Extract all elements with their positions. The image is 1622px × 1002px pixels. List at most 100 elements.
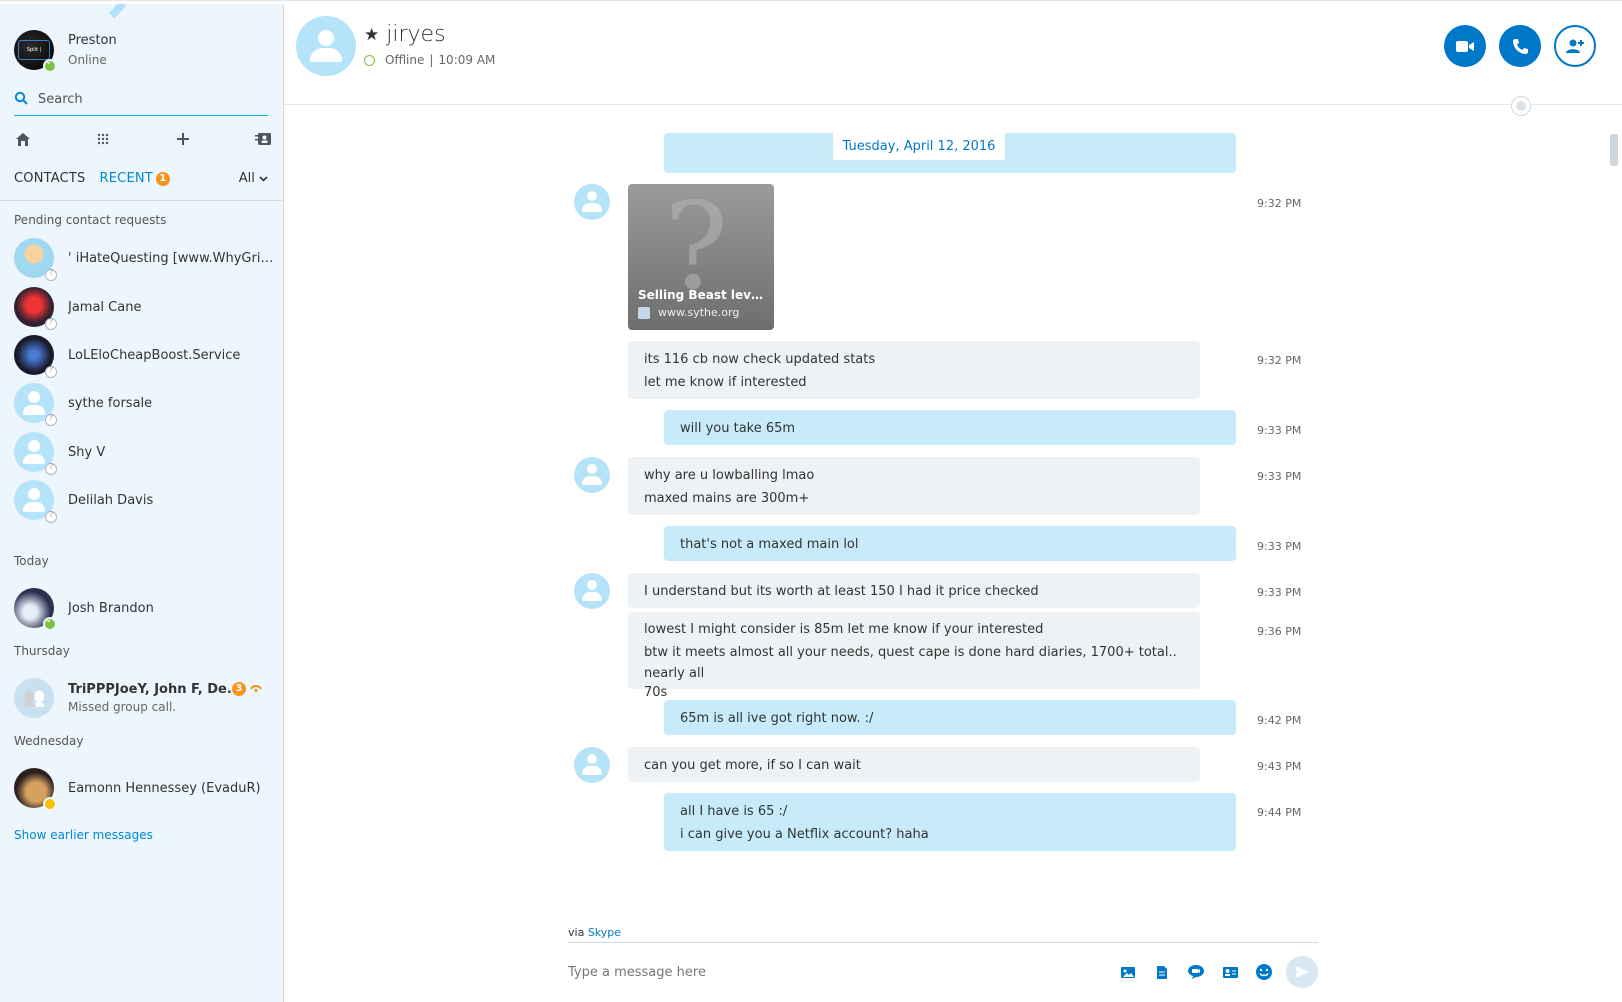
status-separator: | bbox=[429, 53, 434, 67]
contact-item[interactable]: Jamal Cane bbox=[14, 285, 274, 330]
plus-icon[interactable] bbox=[172, 128, 194, 150]
message-line: 70s bbox=[644, 685, 668, 700]
incoming-message[interactable]: I understand but its worth at least 150 … bbox=[628, 573, 1200, 608]
message-line: maxed mains are 300m+ bbox=[644, 491, 810, 506]
dialpad-icon[interactable] bbox=[92, 128, 114, 150]
group-last-activity: Missed group call. bbox=[68, 700, 177, 714]
contact-name[interactable]: jiryes bbox=[386, 22, 445, 47]
home-icon[interactable] bbox=[12, 128, 34, 150]
contact-status: Offline | 10:09 AM bbox=[364, 53, 495, 67]
avatar[interactable] bbox=[574, 747, 610, 783]
contact-item[interactable]: Shy V bbox=[14, 430, 274, 475]
message-input[interactable] bbox=[568, 964, 1088, 980]
contact-item[interactable]: LoLEloCheapBoost.Service bbox=[14, 333, 274, 378]
unknown-status-icon bbox=[45, 510, 57, 523]
send-contact-button[interactable] bbox=[1216, 960, 1244, 984]
video-call-button[interactable] bbox=[1444, 25, 1486, 67]
compose-divider bbox=[568, 942, 1318, 943]
send-file-button[interactable] bbox=[1148, 960, 1176, 984]
emoticon-button[interactable] bbox=[1250, 960, 1278, 984]
contact-item[interactable]: sythe forsale bbox=[14, 381, 274, 426]
audio-call-button[interactable] bbox=[1499, 25, 1541, 67]
chevron-down-icon bbox=[259, 175, 268, 182]
avatar bbox=[14, 480, 57, 523]
message-line: its 116 cb now check updated stats bbox=[644, 352, 876, 367]
incoming-message[interactable]: can you get more, if so I can wait bbox=[628, 747, 1200, 782]
contact-item[interactable]: ' iHateQuesting [www.WhyGrin... bbox=[14, 236, 274, 281]
incoming-message[interactable]: its 116 cb now check updated stats let m… bbox=[628, 341, 1200, 399]
video-message-button[interactable] bbox=[1182, 960, 1210, 984]
message-line: lowest I might consider is 85m let me kn… bbox=[644, 622, 1044, 637]
unknown-status-icon bbox=[45, 317, 57, 330]
add-person-icon bbox=[1566, 39, 1584, 53]
contact-name: ' iHateQuesting [www.WhyGrin... bbox=[68, 250, 274, 266]
message-line: I understand but its worth at least 150 … bbox=[644, 584, 1039, 599]
outgoing-message[interactable]: all I have is 65 :/ i can give you a Net… bbox=[664, 793, 1236, 851]
status-text: Offline bbox=[385, 53, 425, 67]
offline-status-icon bbox=[364, 54, 375, 66]
incoming-message[interactable]: lowest I might consider is 85m let me kn… bbox=[628, 612, 1200, 700]
show-earlier-messages-link[interactable]: Show earlier messages bbox=[14, 828, 153, 842]
scrollbar-thumb[interactable] bbox=[1610, 134, 1618, 166]
message-time: 9:32 PM bbox=[1257, 354, 1302, 367]
date-label: Tuesday, April 12, 2016 bbox=[832, 133, 1006, 160]
contact-card-icon bbox=[1222, 966, 1238, 978]
add-people-button[interactable] bbox=[1554, 25, 1596, 67]
send-button[interactable] bbox=[1286, 956, 1318, 988]
contact-tabs: CONTACTS RECENT 1 All bbox=[14, 168, 268, 188]
contact-item[interactable]: Eamonn Hennessey (EvaduR) bbox=[14, 766, 274, 811]
avatar[interactable] bbox=[574, 457, 610, 493]
outgoing-message[interactable]: 65m is all ive got right now. :/ bbox=[664, 700, 1236, 735]
avatar bbox=[14, 588, 57, 631]
compose-bar bbox=[568, 952, 1318, 992]
conversation-pane: ★ jiryes Offline | 10:09 AM Tuesday, Apr… bbox=[284, 4, 1622, 1002]
avatar[interactable] bbox=[574, 184, 610, 220]
filter-dropdown[interactable]: All bbox=[239, 171, 268, 186]
search-box[interactable] bbox=[14, 84, 268, 116]
via-skype-link[interactable]: Skype bbox=[588, 926, 621, 939]
avatar bbox=[14, 383, 57, 426]
section-wednesday: Wednesday bbox=[14, 734, 84, 748]
contact-item[interactable]: Delilah Davis bbox=[14, 478, 274, 523]
message-list[interactable]: Tuesday, April 12, 2016 ? Selling Beast … bbox=[284, 105, 1622, 889]
skype-window: Split | Broadcast Preston Online bbox=[0, 0, 1622, 1002]
link-preview-card[interactable]: ? Selling Beast level... www.sythe.org bbox=[628, 184, 774, 330]
search-input[interactable] bbox=[38, 92, 258, 107]
avatar[interactable] bbox=[296, 16, 356, 76]
section-thursday: Thursday bbox=[14, 644, 70, 658]
tab-recent[interactable]: RECENT 1 bbox=[100, 171, 170, 186]
profile-status[interactable]: Online bbox=[68, 53, 117, 67]
contact-item[interactable]: Josh Brandon bbox=[14, 586, 274, 631]
avatar bbox=[14, 768, 57, 811]
my-profile[interactable]: Split | Broadcast Preston Online bbox=[14, 30, 117, 73]
tab-recent-label: RECENT bbox=[99, 170, 153, 186]
outgoing-message[interactable]: will you take 65m bbox=[664, 410, 1236, 445]
avatar bbox=[14, 287, 57, 330]
tab-contacts[interactable]: CONTACTS bbox=[14, 171, 86, 186]
group-chat-item[interactable]: TriPPPJoeY, John F, De... Missed group c… bbox=[14, 676, 274, 720]
star-icon[interactable]: ★ bbox=[364, 25, 379, 45]
contacts-book-icon[interactable] bbox=[252, 128, 274, 150]
contact-name: sythe forsale bbox=[68, 395, 153, 411]
incoming-message[interactable]: why are u lowballing lmao maxed mains ar… bbox=[628, 457, 1200, 515]
send-image-button[interactable] bbox=[1114, 960, 1142, 984]
message-line: btw it meets almost all your needs, ques… bbox=[644, 645, 1177, 681]
message-line: let me know if interested bbox=[644, 375, 807, 390]
avatar[interactable]: Split | Broadcast bbox=[14, 30, 57, 73]
shield-icon bbox=[638, 306, 650, 319]
file-icon bbox=[1157, 965, 1167, 979]
video-message-icon bbox=[1188, 965, 1204, 979]
via-prefix: via bbox=[568, 926, 585, 939]
search-icon bbox=[14, 91, 38, 109]
phone-icon bbox=[1512, 38, 1528, 54]
image-icon bbox=[1121, 967, 1135, 978]
message-line: why are u lowballing lmao bbox=[644, 468, 815, 483]
outgoing-message[interactable]: that's not a maxed main lol bbox=[664, 526, 1236, 561]
message-time: 9:33 PM bbox=[1257, 540, 1302, 553]
link-site: www.sythe.org bbox=[658, 306, 740, 319]
avatar[interactable] bbox=[574, 573, 610, 609]
message-time: 9:36 PM bbox=[1257, 625, 1302, 638]
message-time: 9:43 PM bbox=[1257, 760, 1302, 773]
contact-name: Eamonn Hennessey (EvaduR) bbox=[68, 780, 261, 796]
section-pending-requests: Pending contact requests bbox=[14, 213, 167, 227]
